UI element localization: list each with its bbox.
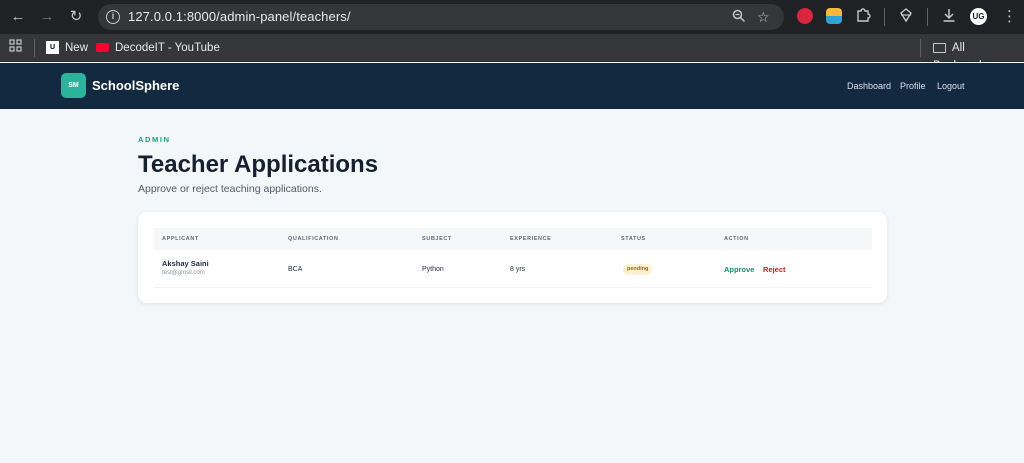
app-header: SM SchoolSphere Dashboard Profile Logout	[0, 63, 1024, 109]
ug-app-icon: U	[46, 41, 59, 55]
brand-name[interactable]: SchoolSphere	[92, 78, 179, 93]
extensions-puzzle-icon[interactable]	[855, 7, 871, 29]
page-subtitle: Approve or reject teaching applications.	[138, 183, 322, 195]
site-info-icon[interactable]: i	[106, 10, 120, 24]
column-header-applicant: APPLICANT	[162, 236, 199, 242]
toolbar-divider	[884, 8, 885, 26]
all-bookmarks-button[interactable]: All Bookmarks	[933, 39, 1024, 72]
column-header-experience: EXPERIENCE	[510, 236, 552, 242]
forward-button[interactable]: →	[37, 7, 57, 27]
nav-logout-link[interactable]: Logout	[937, 81, 965, 91]
download-icon[interactable]	[941, 7, 957, 29]
nav-profile-link[interactable]: Profile	[900, 81, 926, 91]
section-eyebrow: ADMIN	[138, 135, 171, 144]
qualification-cell: BCA	[288, 266, 303, 273]
bookmark-label: New	[65, 42, 89, 54]
reject-button[interactable]: Reject	[763, 265, 786, 274]
subject-cell: Python	[422, 266, 444, 273]
applicant-email: test@gmsil.com	[162, 270, 205, 276]
bookmarks-divider	[34, 39, 35, 57]
browser-toolbar: ← → ↻ i 127.0.0.1:8000/admin-panel/teach…	[0, 0, 1024, 34]
bookmark-youtube[interactable]: DecodeIT - YouTube	[96, 39, 220, 57]
applicant-name: Akshay Saini	[162, 259, 209, 268]
column-header-qualification: QUALIFICATION	[288, 236, 339, 242]
extension-shield-icon[interactable]	[797, 8, 813, 24]
status-badge: pending	[623, 264, 653, 275]
bookmark-star-icon[interactable]: ☆	[757, 9, 770, 25]
experience-cell: 8 yrs	[510, 266, 526, 273]
page-title: Teacher Applications	[138, 151, 379, 178]
table-row: Akshay Saini test@gmsil.com BCA Python 8…	[154, 250, 872, 288]
youtube-icon	[96, 43, 109, 53]
column-header-status: STATUS	[621, 236, 646, 242]
applications-card: APPLICANT QUALIFICATION SUBJECT EXPERIEN…	[138, 212, 887, 303]
back-button[interactable]: ←	[8, 7, 28, 27]
reload-button[interactable]: ↻	[66, 7, 86, 27]
logo-badge[interactable]: SM	[61, 73, 86, 98]
bookmarks-bar: U New DecodeIT - YouTube All Bookmarks	[0, 34, 1024, 72]
folder-icon	[933, 42, 946, 53]
profile-avatar[interactable]: UG	[970, 8, 987, 25]
address-url[interactable]: 127.0.0.1:8000/admin-panel/teachers/	[128, 9, 351, 24]
menu-kebab-icon[interactable]: ⋮	[1002, 7, 1017, 27]
address-bar[interactable]: i 127.0.0.1:8000/admin-panel/teachers/ ☆	[98, 4, 784, 30]
column-header-action: ACTION	[724, 236, 749, 242]
bookmark-label: DecodeIT - YouTube	[115, 42, 220, 54]
extension-app-icon[interactable]	[826, 8, 842, 24]
table-header: APPLICANT QUALIFICATION SUBJECT EXPERIEN…	[154, 228, 872, 250]
zoom-icon[interactable]	[732, 9, 746, 26]
toolbar-divider	[927, 8, 928, 26]
column-header-subject: SUBJECT	[422, 236, 452, 242]
bookmark-new[interactable]: U New	[46, 39, 88, 57]
tab-search-icon[interactable]	[898, 7, 914, 29]
bookmarks-divider	[920, 39, 921, 57]
approve-button[interactable]: Approve	[724, 265, 754, 274]
nav-dashboard-link[interactable]: Dashboard	[847, 81, 891, 91]
apps-grid-icon[interactable]	[9, 39, 22, 57]
